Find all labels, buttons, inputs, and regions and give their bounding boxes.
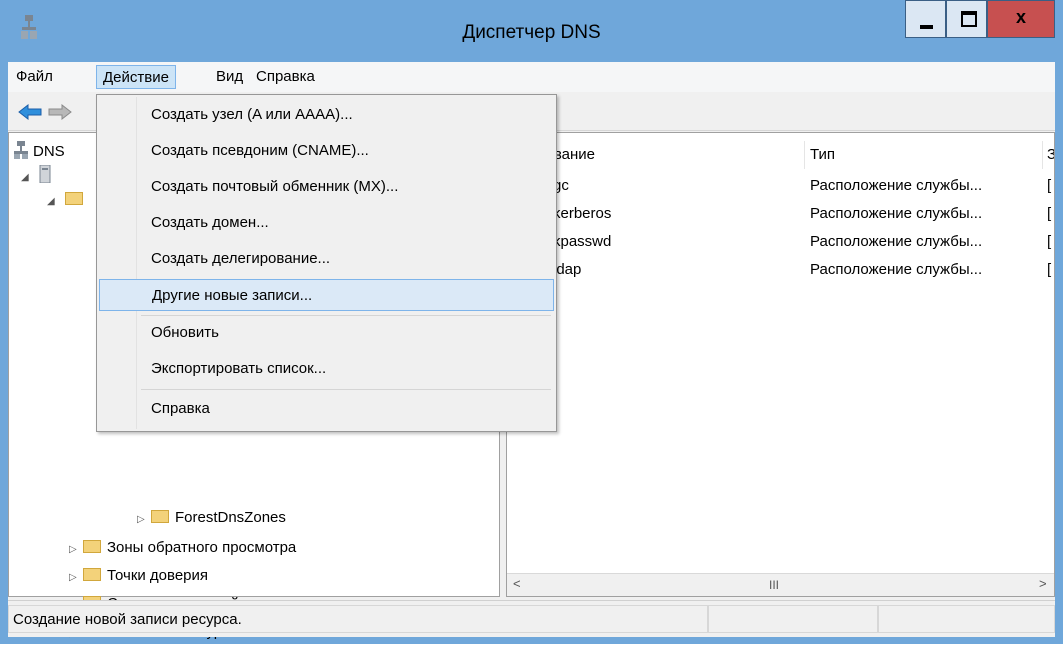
record-type: Расположение службы...	[810, 205, 983, 222]
record-name[interactable]: kpasswd	[553, 233, 611, 250]
menu-item-label: Обновить	[151, 324, 219, 341]
collapse-icon[interactable]: ◢	[47, 190, 61, 214]
tree-item-reverse-zones[interactable]: ▷ Зоны обратного просмотра	[69, 536, 296, 560]
menu-item-other-records[interactable]: Другие новые записи...	[99, 279, 554, 311]
menu-item-export-list[interactable]: Экспортировать список...	[99, 353, 554, 385]
folder-icon	[65, 192, 84, 205]
menu-item-new-delegation[interactable]: Создать делегирование...	[99, 243, 554, 275]
tree-root-label: DNS	[33, 143, 65, 160]
tree-item-trust-points[interactable]: ▷ Точки доверия	[69, 564, 208, 588]
menu-file[interactable]: Файл	[10, 65, 59, 89]
status-bar: Создание новой записи ресурса.	[8, 600, 1055, 637]
menu-separator	[141, 315, 551, 316]
dns-manager-window: Диспетчер DNS x Файл Действие Вид Справк…	[0, 0, 1063, 644]
expand-icon[interactable]: ▷	[69, 566, 83, 590]
record-name[interactable]: ldap	[553, 261, 581, 278]
record-type: Расположение службы...	[810, 233, 983, 250]
server-icon	[39, 164, 51, 184]
tree-forward-zones[interactable]: ◢	[47, 188, 89, 212]
menu-item-refresh[interactable]: Обновить	[99, 317, 554, 349]
column-header-data[interactable]: З	[1047, 141, 1054, 169]
record-type: Расположение службы...	[810, 261, 983, 278]
record-data: [	[1047, 177, 1052, 194]
menu-item-label: Создать почтовый обменник (MX)...	[151, 178, 399, 195]
expand-icon[interactable]: ▷	[69, 538, 83, 562]
menu-item-label: Создать узел (A или AAAA)...	[151, 106, 353, 123]
column-header-type[interactable]: Тип	[810, 141, 835, 169]
column-separator[interactable]	[804, 141, 805, 169]
horizontal-scrollbar[interactable]: < III >	[507, 573, 1054, 596]
menu-item-label: Создать делегирование...	[151, 250, 331, 267]
forward-arrow-icon[interactable]	[48, 104, 72, 120]
maximize-button[interactable]	[946, 0, 987, 38]
menu-view[interactable]: Вид	[210, 65, 249, 89]
status-panel	[708, 605, 878, 633]
record-type: Расположение службы...	[810, 177, 983, 194]
record-data: [	[1047, 233, 1052, 250]
title-bar[interactable]: Диспетчер DNS x	[0, 0, 1063, 62]
menu-item-help[interactable]: Справка	[99, 393, 554, 425]
minimize-button[interactable]	[905, 0, 946, 38]
status-text: Создание новой записи ресурса.	[8, 605, 708, 633]
menu-help[interactable]: Справка	[250, 65, 321, 89]
record-data: [	[1047, 261, 1052, 278]
folder-icon	[83, 540, 101, 553]
menu-item-label: Справка	[151, 400, 210, 417]
back-arrow-icon[interactable]	[18, 104, 42, 120]
window-title: Диспетчер DNS	[462, 22, 601, 43]
menu-item-new-mx[interactable]: Создать почтовый обменник (MX)...	[99, 171, 554, 203]
expand-icon[interactable]: ▷	[137, 508, 151, 532]
menu-item-label: Создать псевдоним (CNAME)...	[151, 142, 369, 159]
menu-item-new-alias[interactable]: Создать псевдоним (CNAME)...	[99, 135, 554, 167]
collapse-icon[interactable]: ◢	[21, 166, 35, 190]
maximize-icon	[961, 11, 977, 27]
scroll-right-button[interactable]: >	[1039, 576, 1047, 591]
menu-item-label: Другие новые записи...	[152, 287, 313, 304]
tree-item-forestdnszones[interactable]: ▷ ForestDnsZones	[137, 506, 286, 530]
records-list[interactable]: звание Тип З gc Расположение службы... […	[506, 132, 1055, 597]
tree-item-label: Зоны обратного просмотра	[107, 539, 297, 556]
close-icon: x	[1015, 7, 1026, 27]
tree-item-label: Точки доверия	[107, 567, 209, 584]
tree-root[interactable]: DNS	[13, 140, 65, 164]
scroll-thumb[interactable]: III	[769, 578, 779, 592]
record-data: [	[1047, 205, 1052, 222]
column-separator[interactable]	[1042, 141, 1043, 169]
menu-item-label: Экспортировать список...	[151, 360, 327, 377]
tree-item-label: ForestDnsZones	[175, 509, 286, 526]
tree-server[interactable]: ◢	[21, 164, 51, 188]
dns-icon	[14, 141, 28, 159]
record-name[interactable]: kerberos	[553, 205, 611, 222]
menu-item-label: Создать домен...	[151, 214, 269, 231]
menu-item-new-domain[interactable]: Создать домен...	[99, 207, 554, 239]
menu-bar: Файл Действие Вид Справка	[8, 62, 1055, 92]
minimize-icon	[920, 25, 933, 29]
scroll-left-button[interactable]: <	[513, 576, 521, 591]
folder-icon	[151, 510, 169, 523]
menu-separator	[141, 389, 551, 390]
close-button[interactable]: x	[987, 0, 1055, 38]
action-menu-dropdown: Создать узел (A или AAAA)... Создать псе…	[96, 94, 557, 432]
menu-action[interactable]: Действие	[96, 65, 176, 89]
status-panel	[878, 605, 1055, 633]
menu-item-new-host[interactable]: Создать узел (A или AAAA)...	[99, 99, 554, 131]
folder-icon	[83, 568, 101, 581]
